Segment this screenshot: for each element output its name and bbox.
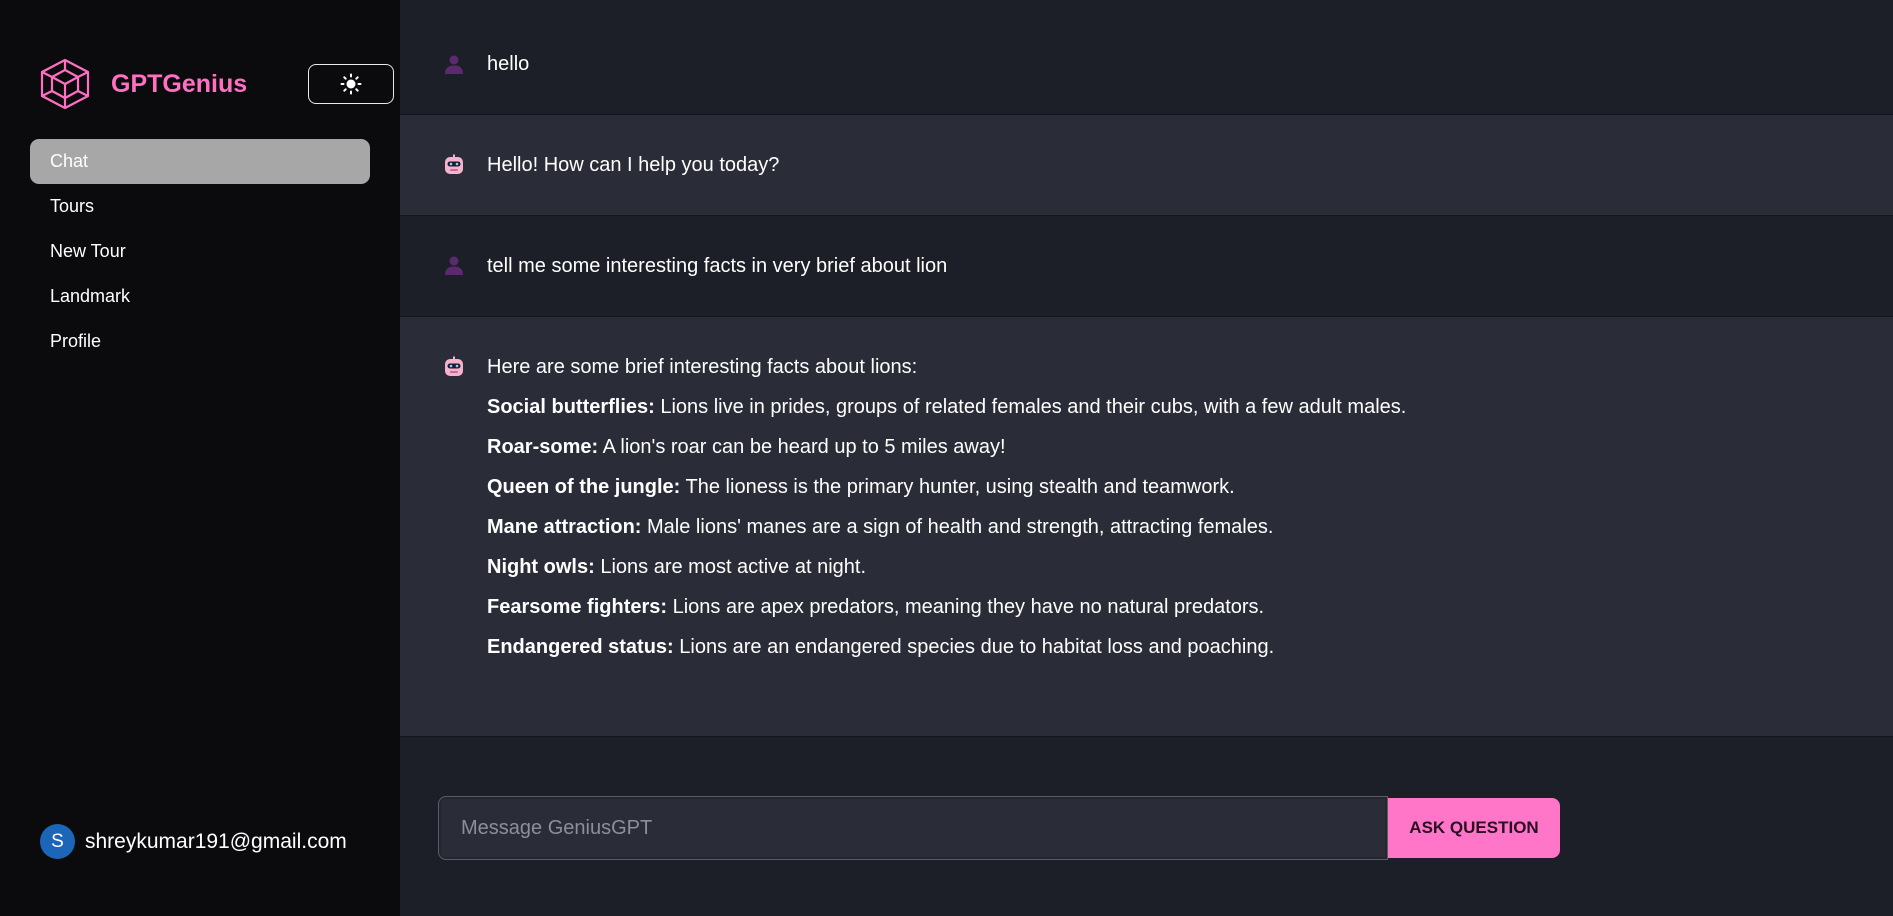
fact-text: Male lions' manes are a sign of health a… [641, 516, 1274, 538]
user-account[interactable]: S shreykumar191@gmail.com [40, 824, 347, 859]
user-avatar-icon [445, 256, 463, 275]
ask-question-button[interactable]: ASK QUESTION [1388, 798, 1560, 858]
sun-icon [340, 73, 362, 95]
message-composer: ASK QUESTION [438, 796, 1560, 860]
robot-icon [445, 356, 463, 376]
user-email: shreykumar191@gmail.com [85, 829, 347, 853]
sidebar-nav: Chat Tours New Tour Landmark Profile [30, 139, 370, 364]
chat-message-assistant: Here are some brief interesting facts ab… [400, 317, 1893, 737]
fact-text: Lions live in prides, groups of related … [654, 396, 1407, 418]
response-intro: Here are some brief interesting facts ab… [487, 356, 918, 378]
fact-title: Queen of the jungle: [487, 476, 681, 498]
robot-icon [445, 154, 463, 174]
message-input[interactable] [438, 796, 1388, 860]
fact-title: Fearsome fighters: [487, 596, 668, 618]
fact-text: Lions are apex predators, meaning they h… [667, 596, 1265, 618]
brand-name: GPTGenius [111, 69, 248, 98]
sidebar-item-tours[interactable]: Tours [30, 184, 370, 229]
sidebar-item-chat[interactable]: Chat [30, 139, 370, 184]
fact-text: The lioness is the primary hunter, using… [680, 476, 1235, 498]
message-text: tell me some interesting facts in very b… [487, 255, 948, 277]
fact-item: Fearsome fighters: Lions are apex predat… [487, 587, 1427, 627]
fact-item: Roar-some: A lion's roar can be heard up… [487, 427, 1427, 467]
fact-text: Lions are most active at night. [594, 556, 867, 578]
sidebar-item-new-tour[interactable]: New Tour [30, 229, 370, 274]
fact-item: Social butterflies: Lions live in prides… [487, 387, 1427, 427]
fact-text: Lions are an endangered species due to h… [673, 636, 1275, 658]
message-text: Hello! How can I help you today? [487, 154, 780, 176]
chat-message-user: hello [400, 0, 1893, 115]
fact-title: Mane attraction: [487, 516, 642, 538]
sidebar: GPTGenius Chat Tours New Tour Landmark P… [0, 0, 400, 916]
fact-title: Endangered status: [487, 636, 674, 658]
fact-item: Night owls: Lions are most active at nig… [487, 547, 1427, 587]
fact-item: Queen of the jungle: The lioness is the … [487, 467, 1427, 507]
message-text: hello [487, 53, 530, 75]
fact-item: Mane attraction: Male lions' manes are a… [487, 507, 1427, 547]
sidebar-item-landmark[interactable]: Landmark [30, 274, 370, 319]
chat-message-user: tell me some interesting facts in very b… [400, 216, 1893, 317]
avatar: S [40, 824, 75, 859]
fact-title: Roar-some: [487, 436, 599, 458]
chat-main: hello Hello! How can I help you today? t… [400, 0, 1893, 916]
hexagon-cube-logo-icon [40, 58, 90, 110]
fact-item: Endangered status: Lions are an endanger… [487, 627, 1427, 667]
sidebar-item-profile[interactable]: Profile [30, 319, 370, 364]
brand[interactable]: GPTGenius [38, 58, 247, 110]
fact-title: Night owls: [487, 556, 595, 578]
fact-title: Social butterflies: [487, 396, 655, 418]
message-text: Here are some brief interesting facts ab… [487, 347, 1427, 667]
theme-toggle-button[interactable] [308, 64, 394, 104]
fact-text: A lion's roar can be heard up to 5 miles… [598, 436, 1006, 458]
chat-message-assistant: Hello! How can I help you today? [400, 115, 1893, 216]
user-avatar-icon [445, 55, 463, 74]
